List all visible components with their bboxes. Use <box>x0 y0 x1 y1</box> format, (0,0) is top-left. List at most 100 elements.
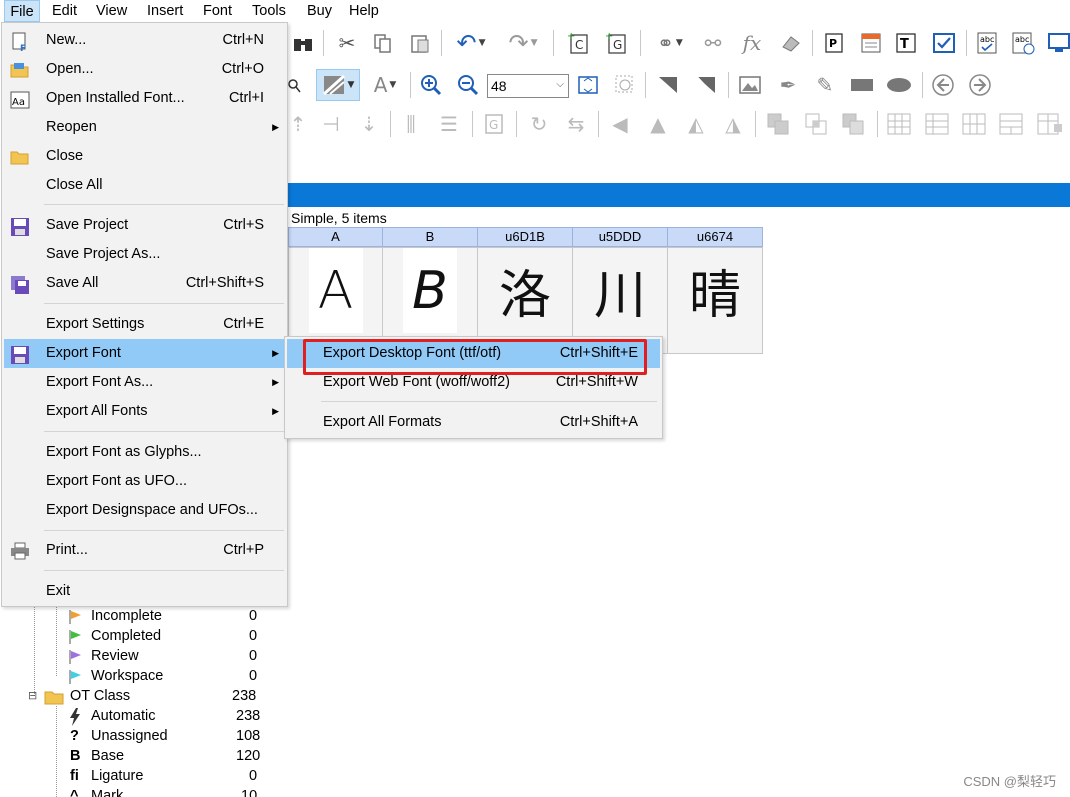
insert-c-icon[interactable]: C + <box>565 30 591 56</box>
grid-icon[interactable] <box>886 111 912 137</box>
union-icon[interactable] <box>765 111 791 137</box>
window-icon[interactable] <box>1046 30 1070 56</box>
link-icon[interactable]: ⚭ ▼ <box>648 30 692 56</box>
menu-item-export-all-formats[interactable]: Export All Formats Ctrl+Shift+A <box>287 408 660 437</box>
pattern-icon[interactable]: ▼ <box>316 69 360 101</box>
menu-item-export-font-as[interactable]: Export Font As... ▶ <box>4 368 286 397</box>
grid-merge-icon[interactable] <box>998 111 1024 137</box>
menu-insert[interactable]: Insert <box>147 0 183 22</box>
menu-item-print[interactable]: Print... Ctrl+P <box>4 536 286 565</box>
tree-item-base[interactable]: B Base 120 <box>68 746 268 766</box>
menu-item-export-all-fonts[interactable]: Export All Fonts ▶ <box>4 397 286 426</box>
pointer-icon[interactable] <box>655 72 681 98</box>
tree-item-ligature[interactable]: ﬁ Ligature 0 <box>68 766 268 786</box>
menu-tools[interactable]: Tools <box>252 0 286 22</box>
paste-icon[interactable] <box>407 30 433 56</box>
tree-item-mark[interactable]: ^ Mark 10 <box>68 786 268 797</box>
menu-item-open[interactable]: Open... Ctrl+O <box>4 55 286 84</box>
menu-item-open-installed-font[interactable]: Aa Open Installed Font... Ctrl+I <box>4 84 286 113</box>
check-icon[interactable] <box>931 30 957 56</box>
redo-icon[interactable]: ↷ ▼ <box>503 29 543 57</box>
menu-item-export-settings[interactable]: Export Settings Ctrl+E <box>4 310 286 339</box>
image-icon[interactable] <box>737 72 763 98</box>
fx-icon[interactable]: fx <box>739 30 765 56</box>
flip-icon[interactable]: ⇆ <box>563 111 589 137</box>
pointer-plus-icon[interactable] <box>693 72 719 98</box>
tree-item-ot-class[interactable]: ⊟ OT Class 238 <box>28 686 268 706</box>
fit-icon[interactable] <box>575 72 601 98</box>
spell-icon[interactable]: abc <box>975 30 1001 56</box>
language-icon[interactable]: abc <box>1011 30 1037 56</box>
copy-icon[interactable] <box>370 30 396 56</box>
pencil-icon[interactable]: ✎ <box>812 72 838 98</box>
menu-item-export-glyphs[interactable]: Export Font as Glyphs... <box>4 438 286 467</box>
insert-g-icon[interactable]: G + <box>603 30 629 56</box>
eraser-icon[interactable] <box>777 30 803 56</box>
grid-header-u6674[interactable]: u6674 <box>667 227 763 247</box>
menu-edit[interactable]: Edit <box>52 0 77 22</box>
grid-split-icon[interactable] <box>924 111 950 137</box>
menu-help[interactable]: Help <box>349 0 379 22</box>
grid-2-icon[interactable] <box>961 111 987 137</box>
tree-item-unassigned[interactable]: ? Unassigned 108 <box>68 726 268 746</box>
chevron-down-icon[interactable]: ⌵ <box>556 79 564 90</box>
exclude-icon[interactable] <box>840 111 866 137</box>
menu-view[interactable]: View <box>96 0 127 22</box>
distribute-icon[interactable]: ⫼ <box>398 111 424 137</box>
triangle-left-icon[interactable]: ◀ <box>607 111 633 137</box>
forward-icon[interactable] <box>967 72 993 98</box>
grid-lock-icon[interactable] <box>1036 111 1062 137</box>
menu-item-close-all[interactable]: Close All <box>4 171 286 200</box>
tree-item-workspace[interactable]: Workspace 0 <box>68 666 268 686</box>
pen-icon[interactable]: ✒ <box>775 72 801 98</box>
menu-file[interactable]: File <box>4 0 40 22</box>
menu-item-exit[interactable]: Exit <box>4 577 286 606</box>
align-bottom-icon[interactable]: ⇣ <box>356 111 382 137</box>
text-icon[interactable]: T <box>894 30 920 56</box>
menu-item-export-designspace[interactable]: Export Designspace and UFOs... <box>4 496 286 525</box>
font-info-icon[interactable] <box>858 30 884 56</box>
undo-icon[interactable]: ↶ ▼ <box>451 29 491 57</box>
triangle-icon[interactable]: ▲ <box>645 111 671 137</box>
zoom-select[interactable]: 48 ⌵ <box>487 74 569 98</box>
grid-header-b[interactable]: B <box>382 227 478 247</box>
back-icon[interactable] <box>930 72 956 98</box>
font-style-icon[interactable]: A ▼ <box>367 72 403 98</box>
menu-item-export-ufo[interactable]: Export Font as UFO... <box>4 467 286 496</box>
menu-buy[interactable]: Buy <box>307 0 332 22</box>
align-top-icon[interactable]: ⇡ <box>288 111 308 137</box>
skew-icon[interactable]: ◮ <box>720 111 746 137</box>
menu-font[interactable]: Font <box>203 0 232 22</box>
menu-item-close[interactable]: Close <box>4 142 286 171</box>
grid-header-a[interactable]: A <box>288 227 383 247</box>
menu-item-export-font[interactable]: Export Font ▶ <box>4 339 286 368</box>
menu-item-save-all[interactable]: Save All Ctrl+Shift+S <box>4 269 286 298</box>
rotate-icon[interactable]: ↻ <box>526 111 552 137</box>
menu-item-new[interactable]: F New... Ctrl+N <box>4 26 286 55</box>
select-icon[interactable] <box>286 72 302 98</box>
tree-item-completed[interactable]: Completed 0 <box>68 626 268 646</box>
align-middle-icon[interactable]: ☰ <box>436 111 462 137</box>
glyph-g-icon[interactable]: G <box>481 111 507 137</box>
unlink-icon[interactable]: ⚯ <box>700 30 726 56</box>
cut-icon[interactable]: ✂ <box>334 30 360 56</box>
glyph-cell-u6674[interactable]: 晴 <box>667 247 763 354</box>
triangle-outline-icon[interactable]: ◭ <box>683 111 709 137</box>
project-settings-icon[interactable]: P <box>822 30 848 56</box>
tree-item-review[interactable]: Review 0 <box>68 646 268 666</box>
menu-item-save-project-as[interactable]: Save Project As... <box>4 240 286 269</box>
zoom-out-icon[interactable] <box>455 72 481 98</box>
menu-item-reopen[interactable]: Reopen ▶ <box>4 113 286 142</box>
collapse-toggle-icon[interactable]: ⊟ <box>28 686 37 706</box>
find-icon[interactable] <box>290 30 316 56</box>
menu-item-save-project[interactable]: Save Project Ctrl+S <box>4 211 286 240</box>
rectangle-icon[interactable] <box>849 72 875 98</box>
zoom-in-icon[interactable] <box>418 72 444 98</box>
tree-item-incomplete[interactable]: Incomplete 0 <box>68 606 268 626</box>
tree-item-automatic[interactable]: Automatic 238 <box>68 706 268 726</box>
intersect-icon[interactable] <box>803 111 829 137</box>
align-center-icon[interactable]: ⊣ <box>318 111 344 137</box>
grid-header-u5ddd[interactable]: u5DDD <box>572 227 668 247</box>
grid-header-u6d1b[interactable]: u6D1B <box>477 227 573 247</box>
ellipse-icon[interactable] <box>886 72 912 98</box>
